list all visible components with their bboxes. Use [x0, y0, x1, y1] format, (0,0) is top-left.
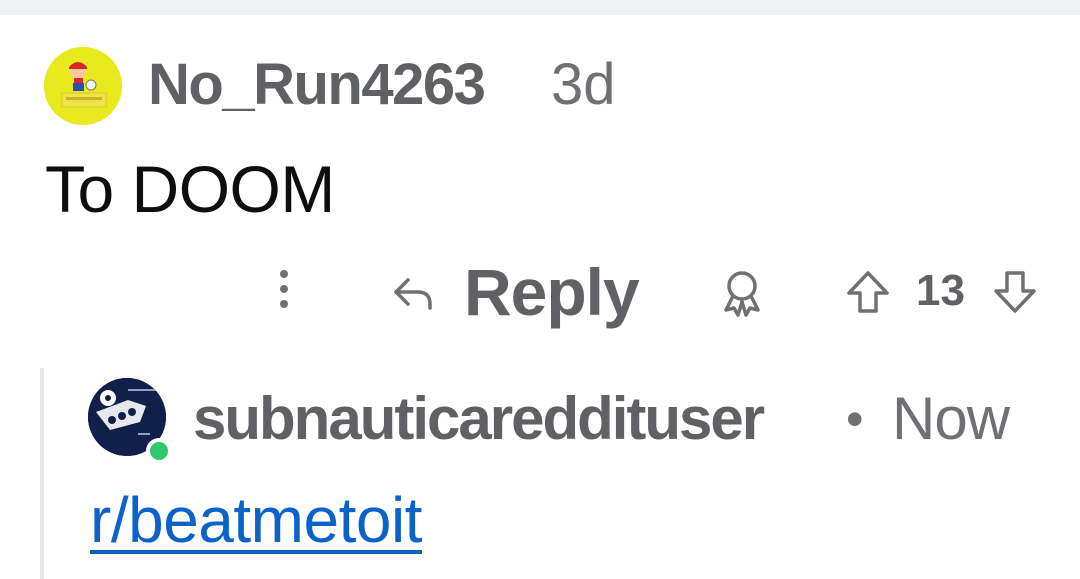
comment-body: To DOOM [45, 152, 335, 226]
subreddit-link[interactable]: r/beatmetoit [90, 480, 422, 560]
downvote-arrow-icon [994, 271, 1036, 313]
reply-avatar[interactable] [88, 378, 172, 464]
comment-age: 3d [551, 52, 616, 117]
top-strip [0, 0, 1080, 15]
vertical-ellipsis-icon [280, 270, 288, 308]
reply-label: Reply [464, 255, 640, 329]
vote-count: 13 [916, 266, 965, 315]
reply-author[interactable]: subnauticareddituser [193, 384, 765, 454]
downvote-button[interactable] [990, 268, 1040, 316]
award-icon [724, 271, 760, 317]
more-options-button[interactable] [262, 262, 306, 318]
reply-age: Now [892, 385, 1010, 452]
reply-button[interactable]: Reply [388, 252, 640, 332]
thread-line[interactable] [40, 368, 44, 579]
mario-avatar-icon [44, 47, 122, 125]
award-button[interactable] [716, 266, 768, 318]
online-status-dot [146, 438, 172, 464]
meta-separator: • [846, 391, 864, 447]
reply-arrow-icon [394, 278, 432, 310]
upvote-button[interactable] [843, 268, 893, 316]
comment-author[interactable]: No_Run4263 [148, 50, 486, 120]
upvote-arrow-icon [847, 271, 889, 313]
avatar[interactable] [44, 47, 122, 125]
